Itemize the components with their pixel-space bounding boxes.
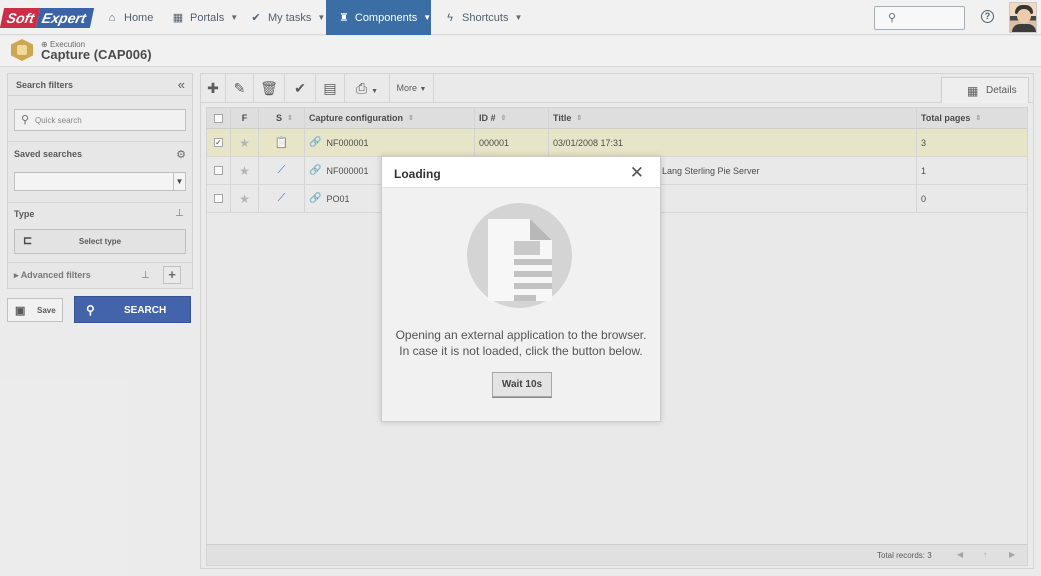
document-icon <box>467 203 572 308</box>
dialog-title: Loading <box>394 167 441 181</box>
dialog-header: Loading ✕ <box>382 157 660 188</box>
close-icon[interactable]: ✕ <box>630 164 644 181</box>
dialog-message-line1: Opening an external application to the b… <box>395 328 647 342</box>
dialog-message: Opening an external application to the b… <box>382 327 660 359</box>
loading-dialog: Loading ✕ Opening an external applicatio… <box>381 156 661 422</box>
dialog-message-line2: In case it is not loaded, click the butt… <box>399 344 643 358</box>
wait-button[interactable]: Wait 10s <box>492 372 552 397</box>
